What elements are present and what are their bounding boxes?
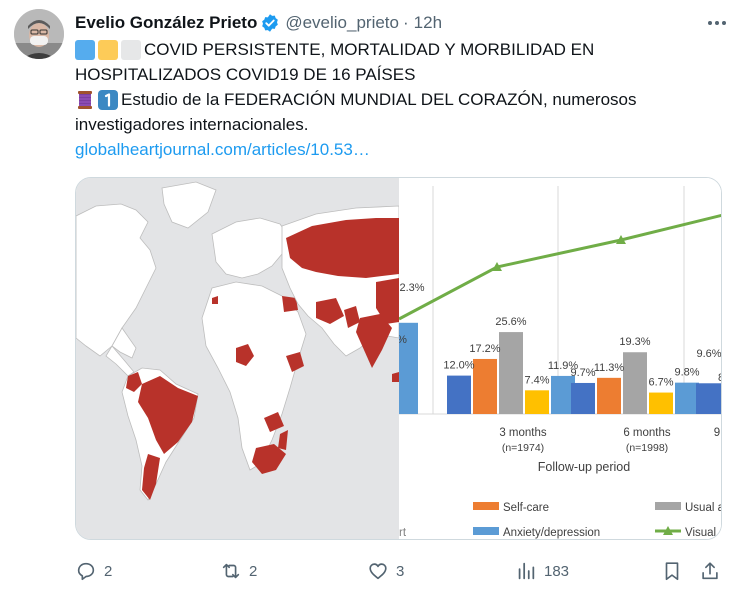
chart-tick-label: (n=1974) [502, 442, 544, 454]
legend-label-anxiety: Anxiety/depression [503, 527, 600, 539]
more-options-icon[interactable] [706, 12, 728, 34]
reply-count: 2 [104, 562, 113, 580]
chart-bar [623, 352, 647, 414]
bar-chart: 2.3%%12.0%17.2%25.6%7.4%11.9%9.7%11.3%19… [397, 178, 722, 539]
chart-tick-label: 6 months [623, 427, 671, 439]
tweet-text-line-1: COVID PERSISTENTE, MORTALIDAD Y MORBILID… [144, 40, 595, 59]
reply-icon [77, 562, 95, 581]
reply-button[interactable]: 2 [75, 558, 112, 584]
legend-label-self-care: Self-care [503, 502, 549, 514]
chart-bar [649, 392, 673, 414]
chart-bar [597, 377, 621, 414]
chart-tick-label: 3 months [499, 427, 547, 439]
retweet-count: 2 [249, 562, 258, 580]
legend-swatch-self-care [473, 502, 499, 510]
author-handle[interactable]: @evelio_prieto [285, 13, 399, 33]
legend-label-visual: Visual [685, 527, 716, 539]
blue-square-emoji-icon [75, 39, 95, 60]
heart-icon [369, 563, 387, 580]
chart-data-label: 7.4% [524, 374, 549, 386]
chart-bar [571, 382, 595, 414]
legend-swatch-anxiety [473, 527, 499, 535]
chart-data-label: 17.2% [469, 343, 500, 355]
yellow-square-emoji-icon [98, 39, 118, 60]
chart-data-label: 12.0% [443, 360, 474, 372]
keycap-one-emoji-icon [98, 89, 118, 110]
article-link[interactable]: globalheartjournal.com/articles/10.53… [75, 137, 370, 162]
media-image[interactable]: 2.3%%12.0%17.2%25.6%7.4%11.9%9.7%11.3%19… [75, 177, 722, 540]
share-icon [702, 562, 718, 580]
chart-data-label-partial: 9.6% [696, 348, 721, 360]
world-map-image [76, 178, 400, 539]
thread-spool-emoji-icon [75, 90, 95, 110]
views-count: 183 [544, 562, 570, 580]
retweet-icon [222, 563, 240, 579]
share-button[interactable] [699, 558, 721, 584]
bookmark-button[interactable] [661, 558, 683, 584]
chart-data-label: 11.3% [594, 362, 625, 374]
chart-data-label: 6.7% [648, 377, 673, 389]
separator-dot: · [402, 13, 409, 32]
tweet-actions: 2 2 3 183 [75, 558, 725, 584]
chart-bar [525, 390, 549, 414]
legend-swatch-usual [655, 502, 681, 510]
author-name[interactable]: Evelio González Prieto [75, 13, 257, 33]
chart-data-label: 9.7% [570, 367, 595, 379]
tweet-text-line-2: HOSPITALIZADOS COVID19 DE 16 PAÍSES [75, 65, 416, 84]
chart-bar [499, 332, 523, 414]
avatar-image [14, 9, 64, 59]
verified-badge-icon [260, 13, 280, 33]
like-count: 3 [396, 562, 405, 580]
timestamp[interactable]: 12h [414, 13, 442, 33]
legend-label-usual: Usual a [685, 502, 722, 514]
chart-bar [447, 375, 471, 414]
avatar[interactable] [14, 9, 64, 59]
chart-tick-label-partial: 9 [714, 427, 720, 439]
retweet-button[interactable]: 2 [220, 558, 257, 584]
bookmark-icon [665, 562, 679, 581]
legend-label-partial: rt [399, 527, 407, 539]
chart-data-label: 9.8% [674, 367, 699, 379]
tweet-text: COVID PERSISTENTE, MORTALIDAD Y MORBILID… [75, 37, 725, 162]
chart-bar [675, 382, 699, 414]
chart-data-label-partial: % [399, 334, 407, 346]
chart-tick-label: (n=1998) [626, 442, 668, 454]
like-button[interactable]: 3 [367, 558, 404, 584]
chart-data-label: 25.6% [495, 316, 526, 328]
chart-data-label: 19.3% [619, 336, 650, 348]
chart-bar-partial [696, 383, 721, 414]
chart-data-label-partial: 2.3% [399, 282, 424, 294]
views-bar-chart-icon [518, 562, 535, 580]
chart-bar [473, 358, 497, 414]
tweet-text-line-4: investigadores internacionales. [75, 115, 309, 134]
white-square-emoji-icon [121, 39, 141, 60]
views-button[interactable]: 183 [515, 558, 569, 584]
chart-data-label-partial: 8 [718, 372, 722, 384]
tweet-header: Evelio González Prieto @evelio_prieto · … [75, 11, 728, 35]
chart-svg: 2.3%%12.0%17.2%25.6%7.4%11.9%9.7%11.3%19… [397, 178, 722, 539]
tweet-text-line-3: Estudio de la FEDERACIÓN MUNDIAL DEL COR… [121, 90, 637, 109]
tweet[interactable]: Evelio González Prieto @evelio_prieto · … [0, 0, 748, 596]
chart-x-axis-title: Follow-up period [538, 460, 630, 474]
